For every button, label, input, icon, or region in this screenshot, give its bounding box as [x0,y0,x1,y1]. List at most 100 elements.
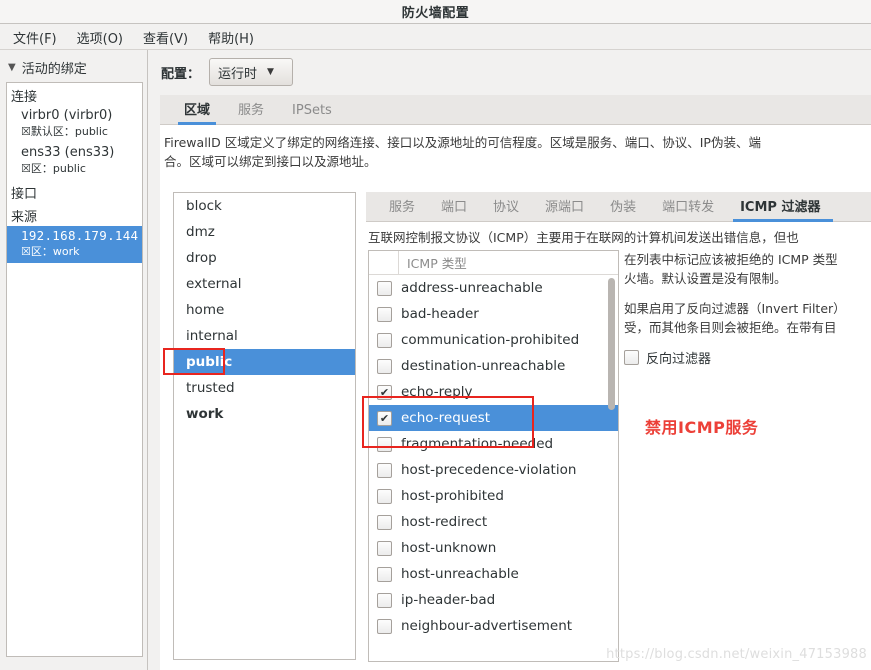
chevron-down-icon: ▼ [267,67,274,77]
binding-virbr0[interactable]: virbr0 (virbr0) ☒默认区：public [7,106,142,143]
icmp-info-p2-line2: 受，而其他条目则会被拒绝。在带有目 [624,320,837,335]
zone-item-dmz[interactable]: dmz [174,219,355,245]
icmp-row-label: host-unknown [401,540,497,556]
zone-icon: ☒ [21,162,31,175]
checkbox-icon[interactable] [377,306,392,322]
icmp-row-echo-reply[interactable]: ✔ echo-reply [369,379,618,405]
menu-bar: 文件(F) 选项(O) 查看(V) 帮助(H) [0,25,871,50]
bindings-list[interactable]: 连接 virbr0 (virbr0) ☒默认区：public ens33 (en… [6,82,143,657]
icmp-checkbox-column-header [369,251,399,274]
zone-item-block[interactable]: block [174,193,355,219]
binding-virbr0-zone: ☒默认区：public [21,125,108,138]
checkbox-icon[interactable] [377,514,392,530]
icmp-row-label: echo-request [401,410,490,426]
checkbox-icon[interactable] [377,592,392,608]
icmp-row-address-unreachable[interactable]: address-unreachable [369,275,618,301]
binding-source-address: 192.168.179.144 [21,228,139,243]
inner-tab-port-forwarding[interactable]: 端口转发 [649,192,727,221]
menu-file[interactable]: 文件(F) [4,26,66,49]
checkbox-icon[interactable] [624,350,639,365]
checkbox-icon[interactable] [377,566,392,582]
watermark: https://blog.csdn.net/weixin_47153988 [606,647,867,662]
icmp-row-host-unreachable[interactable]: host-unreachable [369,561,618,587]
inner-tab-source-ports[interactable]: 源端口 [532,192,597,221]
icmp-row-communication-prohibited[interactable]: communication-prohibited [369,327,618,353]
active-bindings-pane: ▼ 活动的绑定 连接 virbr0 (virbr0) ☒默认区：public e… [0,50,148,670]
menu-options[interactable]: 选项(O) [68,26,132,49]
zone-item-drop[interactable]: drop [174,245,355,271]
inner-tab-services[interactable]: 服务 [376,192,428,221]
icmp-row-label: host-precedence-violation [401,462,577,478]
zone-item-internal[interactable]: internal [174,323,355,349]
inner-notebook: 服务 端口 协议 源端口 伪装 端口转发 ICMP 过滤器 互联网控制报文协议（… [366,192,871,670]
zone-item-home[interactable]: home [174,297,355,323]
configuration-select[interactable]: 运行时 ▼ [209,58,294,86]
tab-zones[interactable]: 区域 [170,95,224,125]
icmp-row-label: host-prohibited [401,488,504,504]
checkbox-icon[interactable] [377,488,392,504]
main-pane: 配置： 运行时 ▼ 区域 服务 IPSets FirewallD 区域定义了绑定… [149,50,871,670]
configuration-row: 配置： 运行时 ▼ [161,58,294,86]
zone-list[interactable]: block dmz drop external home internal pu… [173,192,356,660]
bindings-group-interfaces: 接口 [11,187,38,202]
zone-item-work[interactable]: work [174,401,355,427]
icmp-info-p1-line2: 火墙。默认设置是没有限制。 [624,271,787,286]
zone-description: FirewallD 区域定义了绑定的网络连接、接口以及源地址的可信程度。区域是服… [160,125,871,175]
icmp-row-label: communication-prohibited [401,332,580,348]
icmp-row-host-prohibited[interactable]: host-prohibited [369,483,618,509]
icmp-row-echo-request[interactable]: ✔ echo-request [369,405,618,431]
active-bindings-expander[interactable]: ▼ 活动的绑定 [0,50,147,83]
tab-ipsets[interactable]: IPSets [278,99,346,124]
icmp-row-host-redirect[interactable]: host-redirect [369,509,618,535]
checkbox-icon[interactable] [377,436,392,452]
icmp-split: ICMP 类型 address-unreachable bad-header c… [366,250,871,662]
icmp-row-fragmentation-needed[interactable]: fragmentation-needed [369,431,618,457]
icmp-row-label: fragmentation-needed [401,436,554,452]
window-title: 防火墙配置 [401,6,470,21]
menu-help[interactable]: 帮助(H) [199,26,263,49]
zone-item-trusted[interactable]: trusted [174,375,355,401]
zone-item-public[interactable]: public [174,349,355,375]
icmp-row-destination-unreachable[interactable]: destination-unreachable [369,353,618,379]
icmp-type-list[interactable]: ICMP 类型 address-unreachable bad-header c… [368,250,619,662]
zone-item-external[interactable]: external [174,271,355,297]
icmp-info-p2-line1: 如果启用了反向过滤器（Invert Filter） [624,301,846,316]
inner-tab-protocols[interactable]: 协议 [480,192,532,221]
icmp-info-paragraph-2: 如果启用了反向过滤器（Invert Filter） 受，而其他条目则会被拒绝。在… [624,299,871,337]
tab-services[interactable]: 服务 [224,95,278,124]
binding-ens33-name: ens33 (ens33) [21,145,115,160]
icmp-list-scrollbar[interactable] [608,278,615,410]
inner-tab-masquerading[interactable]: 伪装 [597,192,649,221]
icmp-row-bad-header[interactable]: bad-header [369,301,618,327]
icmp-row-neighbour-advertisement[interactable]: neighbour-advertisement [369,613,618,639]
inner-tab-icmp-filter[interactable]: ICMP 过滤器 [727,192,834,222]
binding-source-192-168-179-144[interactable]: 192.168.179.144 ☒区：work [7,226,142,263]
configuration-label: 配置： [161,66,201,82]
binding-virbr0-name: virbr0 (virbr0) [21,108,113,123]
invert-filter-row[interactable]: 反向过滤器 [624,348,871,367]
title-bar: 防火墙配置 [0,0,871,24]
icmp-row-host-precedence-violation[interactable]: host-precedence-violation [369,457,618,483]
checkbox-checked-icon[interactable]: ✔ [377,410,392,426]
binding-ens33[interactable]: ens33 (ens33) ☒区：public [7,143,142,180]
checkbox-icon[interactable] [377,332,392,348]
icmp-filter-info: 在列表中标记应该被拒绝的 ICMP 类型 火墙。默认设置是没有限制。 如果启用了… [624,250,871,662]
checkbox-checked-icon[interactable]: ✔ [377,384,392,400]
annotation-disable-icmp: 禁用ICMP服务 [645,418,759,437]
checkbox-icon[interactable] [377,358,392,374]
icmp-row-ip-header-bad[interactable]: ip-header-bad [369,587,618,613]
checkbox-icon[interactable] [377,280,392,296]
checkbox-icon[interactable] [377,540,392,556]
configuration-selected-value: 运行时 [218,66,258,82]
zone-content-row: block dmz drop external home internal pu… [160,192,871,670]
icmp-row-label: host-unreachable [401,566,519,582]
icmp-row-host-unknown[interactable]: host-unknown [369,535,618,561]
checkbox-icon[interactable] [377,618,392,634]
active-bindings-label: 活动的绑定 [21,62,87,77]
checkbox-icon[interactable] [377,462,392,478]
icmp-info-p1-line1: 在列表中标记应该被拒绝的 ICMP 类型 [624,252,838,267]
bindings-group-connections: 连接 [11,90,38,105]
menu-view[interactable]: 查看(V) [134,26,197,49]
inner-tab-ports[interactable]: 端口 [428,192,480,221]
binding-ens33-zone: ☒区：public [21,162,86,175]
